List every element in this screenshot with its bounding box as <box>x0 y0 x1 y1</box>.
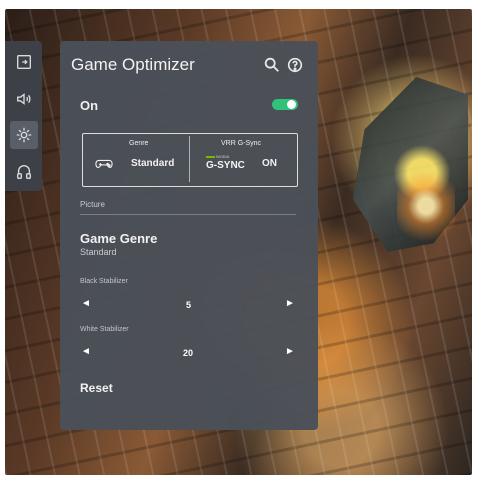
black-stabilizer-label: Black Stabilizer <box>80 278 128 285</box>
vrr-state[interactable]: ON <box>262 158 277 169</box>
white-stabilizer-label: White Stabilizer <box>80 326 129 333</box>
page-title: Game Optimizer <box>71 55 195 74</box>
toggle-knob <box>287 100 296 109</box>
white-stabilizer-right-arrow[interactable]: ► <box>284 346 296 358</box>
power-toggle[interactable] <box>272 99 298 110</box>
background-glow <box>397 164 455 248</box>
game-genre-title[interactable]: Game Genre <box>80 231 157 246</box>
black-stabilizer-right-arrow[interactable]: ► <box>284 298 296 310</box>
headset-icon[interactable] <box>10 158 38 186</box>
controller-icon <box>95 157 113 171</box>
black-stabilizer-value: 5 <box>186 300 192 310</box>
gsync-stripe <box>206 156 215 158</box>
section-label: Picture <box>80 200 105 209</box>
genre-value[interactable]: Standard <box>131 158 174 169</box>
gsync-label: G-SYNC <box>206 160 245 171</box>
vrr-header: VRR G-Sync <box>221 140 262 147</box>
gsync-brand: NVIDIA <box>216 154 230 159</box>
gear-icon[interactable] <box>10 121 38 149</box>
search-icon[interactable] <box>263 56 281 74</box>
box-divider <box>189 136 190 182</box>
gsync-logo: NVIDIA G-SYNC <box>206 152 251 172</box>
help-icon[interactable] <box>286 56 304 74</box>
speaker-icon[interactable] <box>10 85 38 113</box>
white-stabilizer-left-arrow[interactable]: ◄ <box>80 346 92 358</box>
white-stabilizer-value: 20 <box>183 348 194 358</box>
game-optimizer-panel: Game Optimizer On Genre Standard VRR G-S… <box>60 41 318 430</box>
section-divider <box>80 214 296 215</box>
game-genre-value: Standard <box>80 247 117 257</box>
game-settings-box: Genre Standard VRR G-Sync NVIDIA G-SYNC … <box>82 133 298 187</box>
black-stabilizer-left-arrow[interactable]: ◄ <box>80 298 92 310</box>
power-label: On <box>80 98 99 113</box>
genre-header: Genre <box>129 140 149 147</box>
reset-button[interactable]: Reset <box>80 381 113 395</box>
input-icon[interactable] <box>10 48 38 76</box>
